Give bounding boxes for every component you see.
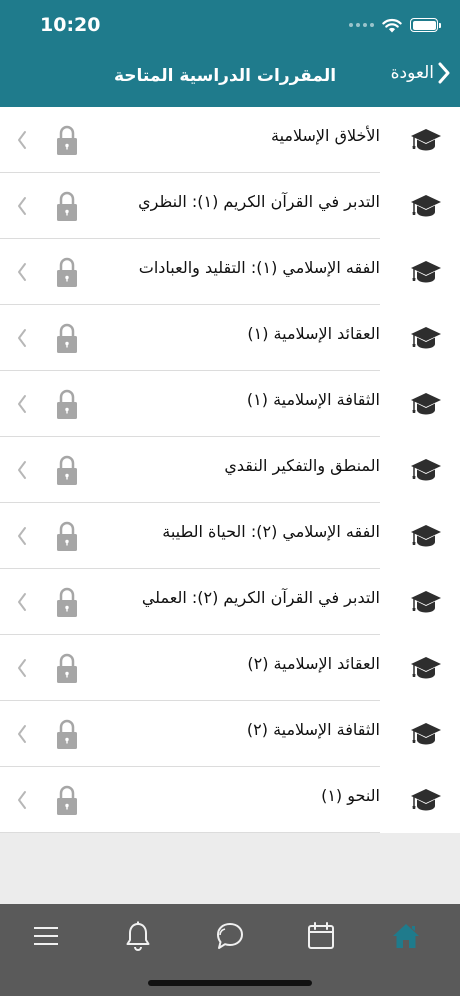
page-title: المقررات الدراسية المتاحة xyxy=(113,66,337,86)
graduation-cap-icon xyxy=(411,261,441,283)
course-title: الثقافة الإسلامية (٢) xyxy=(246,720,380,739)
course-row[interactable]: التدبر في القرآن الكريم (٢): العملي xyxy=(0,569,460,635)
chevron-left-icon xyxy=(18,791,26,809)
lock-icon xyxy=(57,653,77,683)
course-row[interactable]: التدبر في القرآن الكريم (١): النظري xyxy=(0,173,460,239)
lock-icon xyxy=(57,521,77,551)
chat-icon xyxy=(217,923,243,949)
lock-icon xyxy=(57,785,77,815)
chevron-left-icon xyxy=(18,329,26,347)
tab-menu[interactable] xyxy=(26,918,66,954)
graduation-cap-icon xyxy=(411,195,441,217)
calendar-icon xyxy=(308,922,334,949)
chevron-left-icon xyxy=(18,725,26,743)
lock-icon xyxy=(57,191,77,221)
navigation-header: 10:20 المقررات الدراسية المتاحة العودة xyxy=(0,0,460,107)
menu-icon xyxy=(34,927,58,945)
chevron-left-icon xyxy=(18,131,26,149)
tab-notifications[interactable] xyxy=(118,918,158,954)
lock-icon xyxy=(57,587,77,617)
course-title: الفقه الإسلامي (٢): الحياة الطيبة xyxy=(162,522,380,541)
tab-chat[interactable] xyxy=(210,918,250,954)
tab-calendar[interactable] xyxy=(301,918,341,954)
course-row[interactable]: الأخلاق الإسلامية xyxy=(0,107,460,173)
lock-icon xyxy=(57,257,77,287)
course-row[interactable]: الفقه الإسلامي (١): التقليد والعبادات xyxy=(0,239,460,305)
lock-icon xyxy=(57,125,77,155)
status-icons xyxy=(349,14,441,36)
course-row[interactable]: العقائد الإسلامية (١) xyxy=(0,305,460,371)
wifi-icon xyxy=(382,18,402,32)
graduation-cap-icon xyxy=(411,393,441,415)
lock-icon xyxy=(57,389,77,419)
back-button-label: العودة xyxy=(390,63,434,83)
course-row[interactable]: الثقافة الإسلامية (٢) xyxy=(0,701,460,767)
graduation-cap-icon xyxy=(411,327,441,349)
chevron-left-icon xyxy=(18,659,26,677)
back-button[interactable]: العودة xyxy=(391,62,450,84)
graduation-cap-icon xyxy=(411,723,441,745)
lock-icon xyxy=(57,323,77,353)
home-indicator xyxy=(148,980,312,986)
course-title: الفقه الإسلامي (١): التقليد والعبادات xyxy=(138,258,380,277)
cellular-signal-icon xyxy=(349,23,374,27)
chevron-left-icon xyxy=(18,395,26,413)
graduation-cap-icon xyxy=(411,789,441,811)
chevron-left-icon xyxy=(18,197,26,215)
graduation-cap-icon xyxy=(411,459,441,481)
chevron-left-icon xyxy=(18,593,26,611)
course-title: التدبر في القرآن الكريم (٢): العملي xyxy=(141,588,380,607)
chevron-left-icon xyxy=(18,461,26,479)
graduation-cap-icon xyxy=(411,129,441,151)
course-title: التدبر في القرآن الكريم (١): النظري xyxy=(138,192,380,211)
course-title: النحو (١) xyxy=(321,786,380,805)
course-title: العقائد الإسلامية (١) xyxy=(247,324,380,343)
course-row[interactable]: الفقه الإسلامي (٢): الحياة الطيبة xyxy=(0,503,460,569)
lock-icon xyxy=(57,719,77,749)
graduation-cap-icon xyxy=(411,525,441,547)
battery-icon xyxy=(410,18,441,32)
lock-icon xyxy=(57,455,77,485)
course-title: العقائد الإسلامية (٢) xyxy=(247,654,380,673)
course-row[interactable]: الثقافة الإسلامية (١) xyxy=(0,371,460,437)
course-row[interactable]: النحو (١) xyxy=(0,767,460,833)
course-list: الأخلاق الإسلامية التدبر في القرآن الكريم… xyxy=(0,107,460,833)
status-time: 10:20 xyxy=(40,14,101,36)
bell-icon xyxy=(126,921,150,951)
home-icon xyxy=(393,924,419,948)
chevron-left-icon xyxy=(18,527,26,545)
graduation-cap-icon xyxy=(411,657,441,679)
tab-home[interactable] xyxy=(386,918,426,954)
course-title: الثقافة الإسلامية (١) xyxy=(246,390,380,409)
graduation-cap-icon xyxy=(411,591,441,613)
course-title: الأخلاق الإسلامية xyxy=(270,126,380,145)
chevron-right-icon xyxy=(438,62,450,84)
chevron-left-icon xyxy=(18,263,26,281)
course-row[interactable]: العقائد الإسلامية (٢) xyxy=(0,635,460,701)
course-row[interactable]: المنطق والتفكير النقدي xyxy=(0,437,460,503)
course-title: المنطق والتفكير النقدي xyxy=(224,456,380,475)
